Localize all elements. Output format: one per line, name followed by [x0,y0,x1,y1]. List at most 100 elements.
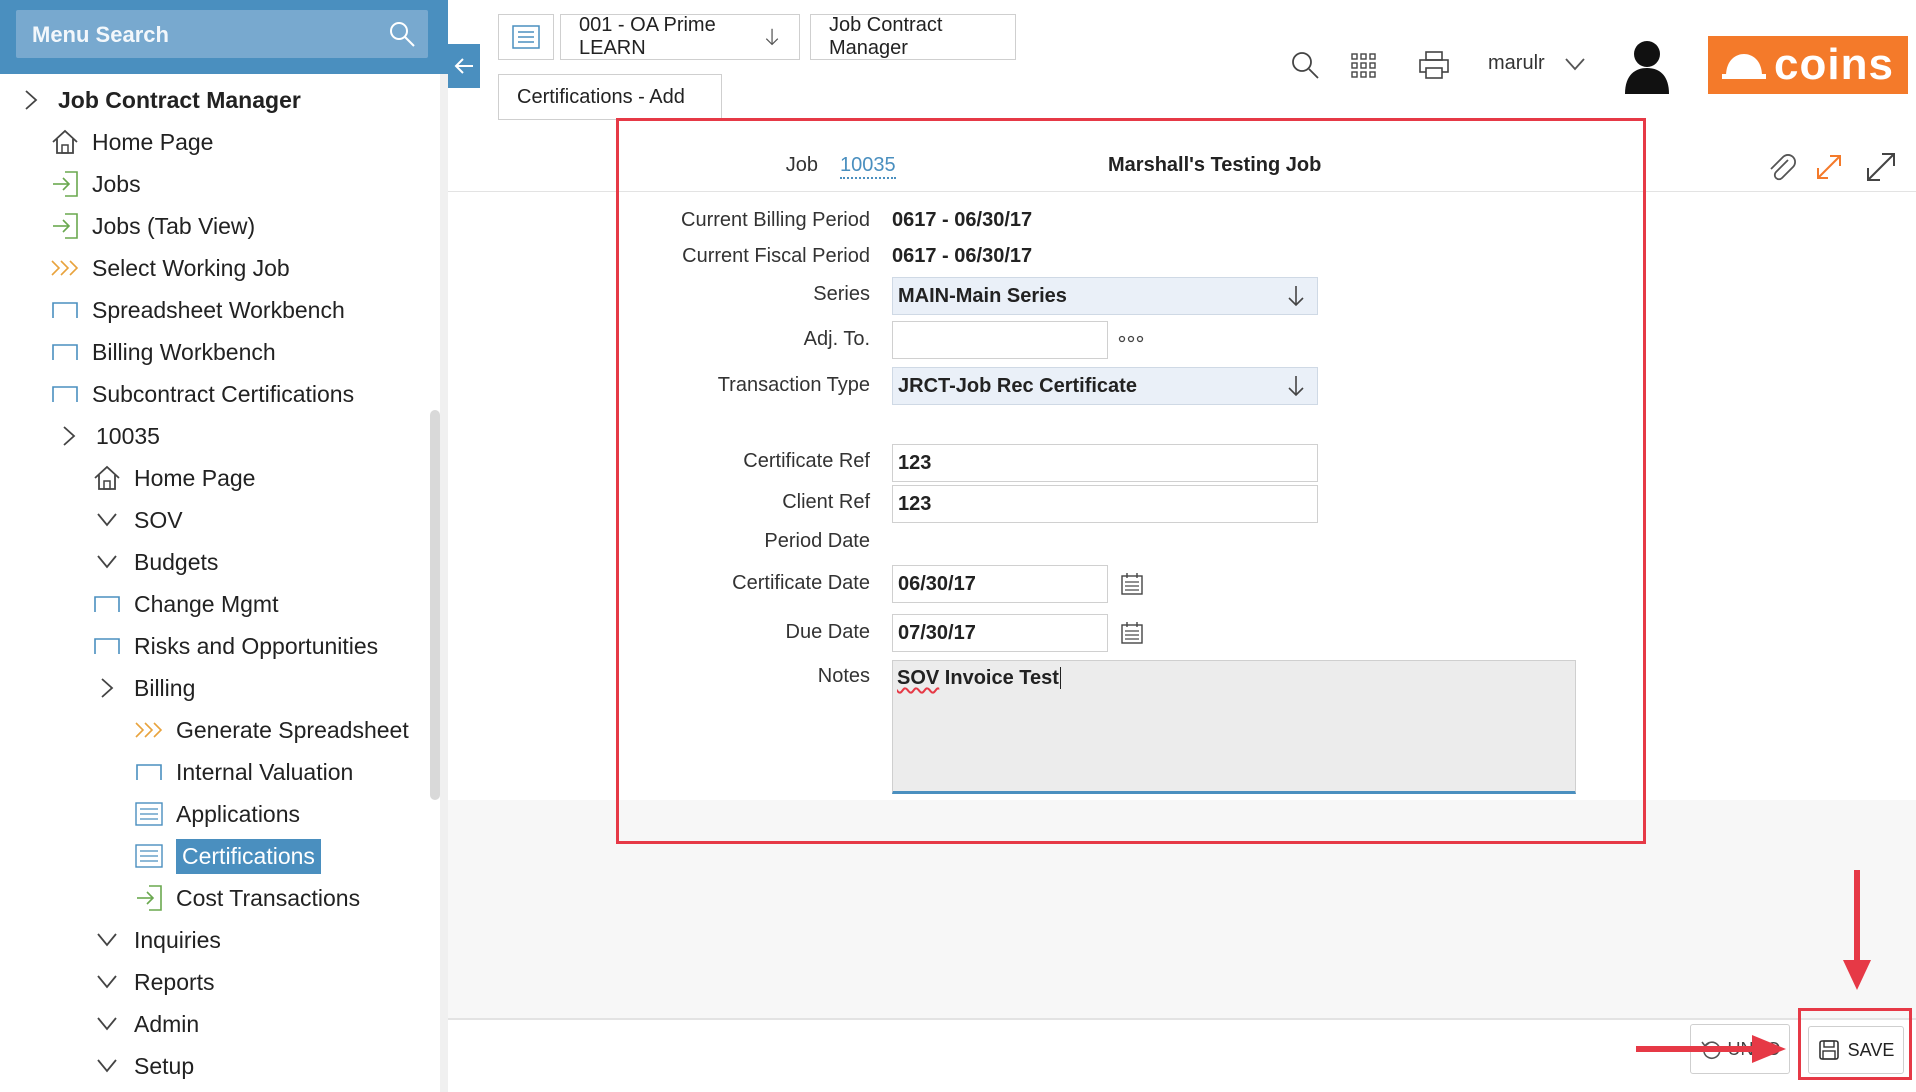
certificate-date-input[interactable]: 06/30/17 [892,565,1108,603]
sidebar-item-job-contract-manager[interactable]: Job Contract Manager [16,80,301,120]
sidebar-item-label: Billing [134,674,196,701]
sidebar-item-jobs-tab-view[interactable]: Jobs (Tab View) [50,206,255,246]
sidebar-item-inquiries[interactable]: Inquiries [92,920,221,960]
menu-list-button[interactable] [498,14,554,60]
sidebar-item-label: Home Page [134,464,256,491]
window-icon [92,631,122,661]
notes-textarea[interactable]: SOV Invoice Test [892,660,1576,794]
sidebar-item-billing[interactable]: Billing [92,668,195,708]
window-icon [50,379,80,409]
sidebar-item-jobs[interactable]: Jobs [50,164,141,204]
chevron-down-icon [92,1009,122,1039]
job-number-link[interactable]: 10035 [840,154,896,179]
sidebar-item-cost-transactions[interactable]: Cost Transactions [134,878,360,918]
avatar[interactable] [1622,38,1672,94]
sidebar-item-label: Spreadsheet Workbench [92,296,345,323]
sidebar-item-10035[interactable]: 10035 [54,416,160,456]
sidebar-item-sov[interactable]: SOV [92,500,183,540]
sidebar-item-home-page[interactable]: Home Page [92,458,255,498]
breadcrumb-company[interactable]: 001 - OA Prime LEARN [560,14,800,60]
series-value: MAIN-Main Series [898,285,1067,307]
window-icon [134,757,164,787]
arrow-down-icon [1288,376,1304,397]
expand-orange-icon[interactable] [1814,152,1844,182]
chevron-down-icon [92,967,122,997]
sidebar-item-internal-valuation[interactable]: Internal Valuation [134,752,353,792]
billing-period-value: 0617 - 06/30/17 [892,209,1033,231]
annotation-arrow-down [1843,870,1871,990]
sidebar-item-budgets[interactable]: Budgets [92,542,218,582]
enter-arrow-icon [50,211,80,241]
user-name[interactable]: marulr [1488,52,1545,75]
sidebar-item-subcontract-certifications[interactable]: Subcontract Certifications [50,374,354,414]
search-icon[interactable] [388,20,416,48]
calendar-icon[interactable] [1120,621,1144,645]
sidebar-item-generate-spreadsheet[interactable]: Generate Spreadsheet [134,710,409,750]
notes-label: Notes [817,665,870,687]
chevrons-right-icon [134,715,164,745]
sidebar-item-billing-workbench[interactable]: Billing Workbench [50,332,276,372]
sidebar-item-reports[interactable]: Reports [92,962,215,1002]
chevrons-right-icon [50,253,80,283]
more-options-icon[interactable] [1118,334,1144,344]
annotation-arrow-right [1636,1035,1786,1063]
calendar-icon[interactable] [1120,572,1144,596]
sidebar-item-applications[interactable]: Applications [134,794,300,834]
certificate-ref-label: Certificate Ref [743,450,870,472]
sidebar-item-setup[interactable]: Setup [92,1046,194,1086]
certificate-date-value: 06/30/17 [898,573,976,595]
sidebar-item-label: Setup [134,1052,195,1079]
chevron-right-icon [54,421,84,451]
breadcrumb-company-label: 001 - OA Prime LEARN [579,14,716,59]
chevron-down-icon[interactable] [1564,56,1586,72]
apps-grid-icon[interactable] [1350,52,1378,80]
sidebar-item-label: Job Contract Manager [58,86,301,113]
enter-arrow-icon [50,169,80,199]
fiscal-period-value: 0617 - 06/30/17 [892,245,1033,267]
certificate-ref-value: 123 [898,452,932,474]
certificate-ref-input[interactable]: 123 [892,444,1318,482]
series-label: Series [813,283,870,305]
sidebar-item-label: Applications [176,800,301,827]
print-icon[interactable] [1418,50,1450,80]
sidebar-item-certifications[interactable]: Certifications [134,836,321,876]
sidebar-item-home-page[interactable]: Home Page [50,122,213,162]
window-icon [50,337,80,367]
client-ref-label: Client Ref [782,491,870,513]
sidebar-scrollbar[interactable] [430,410,440,800]
sidebar-item-admin[interactable]: Admin [92,1004,199,1044]
job-label: Job [785,154,818,176]
paperclip-icon[interactable] [1766,152,1798,184]
sidebar-item-select-working-job[interactable]: Select Working Job [50,248,290,288]
menu-search-input[interactable]: Menu Search [16,10,428,58]
sidebar-item-label: Generate Spreadsheet [176,716,409,743]
sidebar-item-spreadsheet-workbench[interactable]: Spreadsheet Workbench [50,290,345,330]
home-icon [50,127,80,157]
sidebar-item-risks-and-opportunities[interactable]: Risks and Opportunities [92,626,378,666]
chevron-down-icon [92,547,122,577]
sidebar-item-label: Risks and Opportunities [134,632,379,659]
series-select[interactable]: MAIN-Main Series [892,277,1318,315]
arrow-down-icon [1288,286,1304,307]
arrow-down-icon[interactable] [763,25,781,49]
adj-to-input[interactable] [892,321,1108,359]
due-date-input[interactable]: 07/30/17 [892,614,1108,652]
search-icon[interactable] [1290,50,1320,80]
client-ref-input[interactable]: 123 [892,485,1318,523]
fiscal-period-label: Current Fiscal Period [682,245,870,267]
certificate-date-label: Certificate Date [732,572,870,594]
coins-logo: coins [1708,36,1908,94]
transaction-type-label: Transaction Type [717,374,870,396]
text-cursor [1059,667,1061,689]
notes-misspelled-word: SOV [897,667,940,689]
sidebar-item-label: Cost Transactions [176,884,361,911]
sidebar-item-label: Internal Valuation [176,758,354,785]
sidebar-item-label: Billing Workbench [92,338,276,365]
chevron-right-icon [92,673,122,703]
sidebar-item-change-mgmt[interactable]: Change Mgmt [92,584,278,624]
expand-icon[interactable] [1864,150,1898,184]
breadcrumb-module[interactable]: Job Contract Manager [810,14,1016,60]
sidebar-item-label: Certifications [176,838,321,874]
transaction-type-select[interactable]: JRCT-Job Rec Certificate [892,367,1318,405]
footer-divider [448,1018,1916,1020]
